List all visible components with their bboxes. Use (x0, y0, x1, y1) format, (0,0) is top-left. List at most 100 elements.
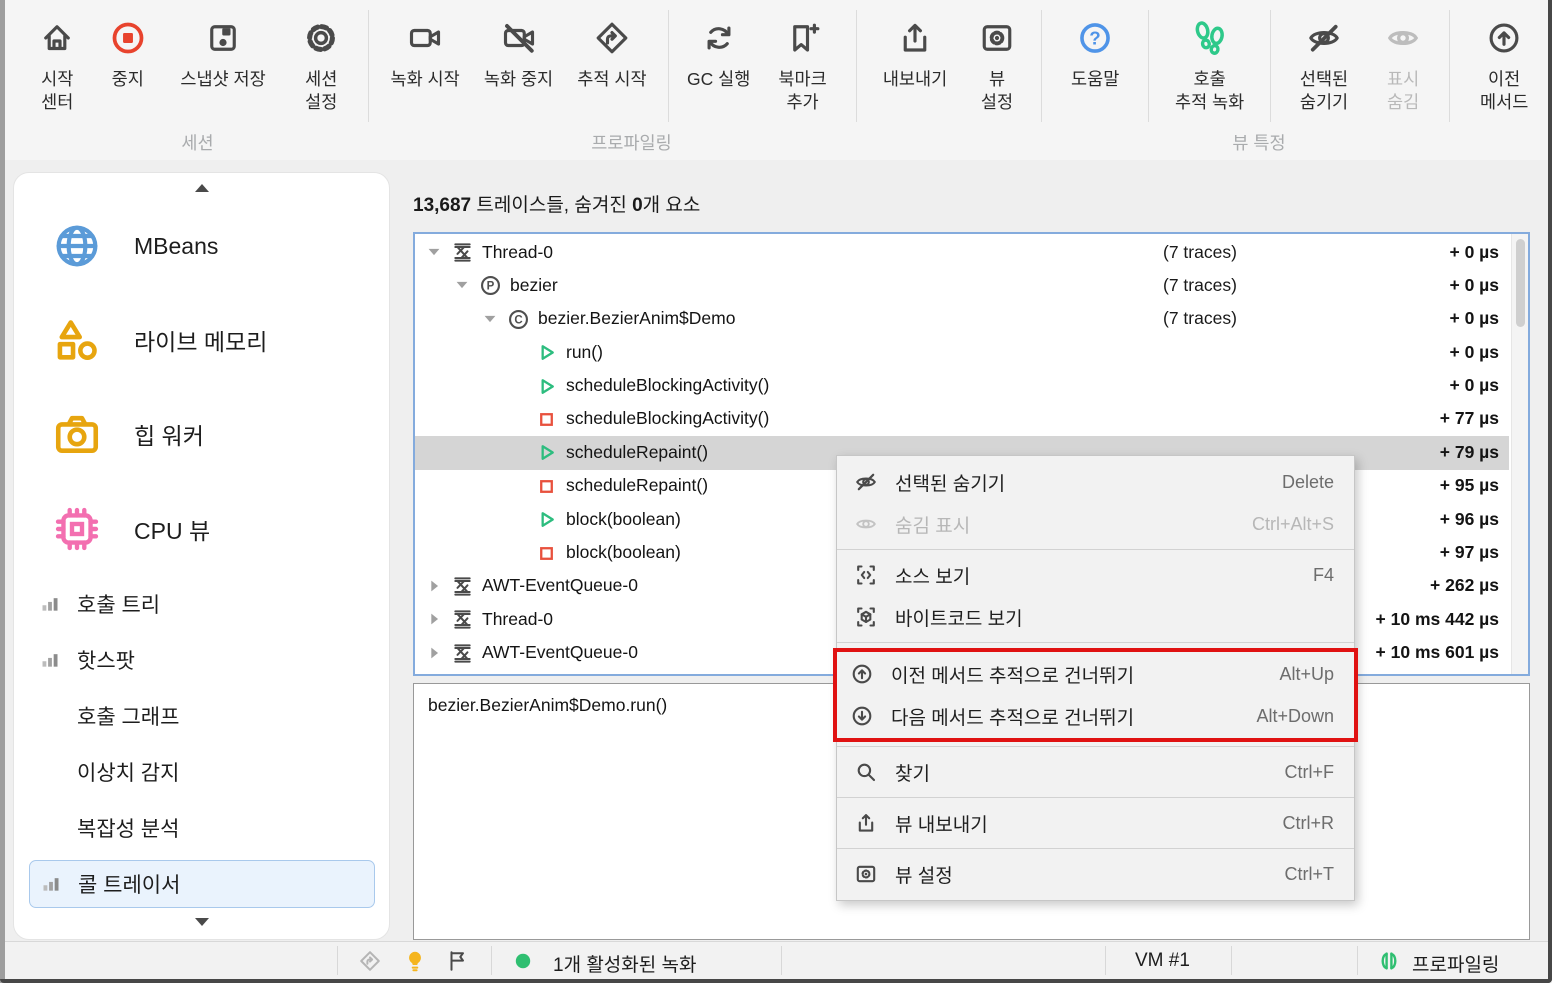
window-border-right (1548, 0, 1552, 983)
menu-item-show-bytecode[interactable]: 바이트코드 보기 (837, 596, 1354, 638)
run-gc-button[interactable]: GC 실행 (679, 6, 759, 91)
sidebar-item-hot-spots[interactable]: 핫스팟 (29, 636, 375, 684)
statusbar-separator (1105, 946, 1106, 975)
tree-scrollbar[interactable] (1511, 234, 1528, 674)
status-bar: 1개 활성화된 녹화 VM #1 프로파일링 (5, 941, 1548, 979)
session-settings-button[interactable]: 세션 설정 (284, 6, 358, 114)
start-tracking-button[interactable]: 추적 시작 (566, 6, 657, 91)
method-exit-icon (535, 475, 558, 498)
show-hidden-button[interactable]: 표시 숨김 (1367, 6, 1439, 114)
expander-collapsed-icon[interactable] (425, 577, 443, 595)
tree-row[interactable]: run() + 0 µs (415, 336, 1509, 369)
expander-expanded-icon[interactable] (481, 310, 499, 328)
toolbar-separator (1270, 10, 1272, 122)
selected-trace-path: bezier.BezierAnim$Demo.run() (428, 695, 668, 715)
sidebar-item-cpu-views[interactable]: CPU 뷰 (34, 487, 375, 571)
statusbar-separator (337, 946, 338, 975)
tree-row[interactable]: P bezier (7 traces) + 0 µs (415, 269, 1509, 302)
menu-item-export-view[interactable]: 뷰 내보내기 Ctrl+R (837, 802, 1354, 844)
sidebar-item-call-graph[interactable]: 호출 그래프 (29, 692, 375, 740)
previous-method-button[interactable]: 이전 메서드 (1460, 6, 1548, 114)
view-settings-button[interactable]: 뷰 설정 (963, 6, 1032, 114)
lightbulb-icon[interactable] (403, 949, 427, 973)
method-entry-icon (535, 375, 558, 398)
context-menu: 선택된 숨기기 Delete 숨김 표시 Ctrl+Alt+S 소스 보기 F4… (833, 455, 1358, 901)
eye-icon (854, 512, 879, 536)
menu-item-find[interactable]: 찾기 Ctrl+F (837, 751, 1354, 793)
tree-row[interactable]: scheduleBlockingActivity() + 0 µs (415, 370, 1509, 403)
eye-off-icon (1306, 10, 1342, 66)
menu-item-hide-selected[interactable]: 선택된 숨기기 Delete (837, 461, 1354, 503)
sidebar-scroll-down-button[interactable] (14, 915, 389, 929)
menu-item-skip-to-previous-method-trace[interactable]: 이전 메서드 추적으로 건너뛰기 Alt+Up (837, 653, 1354, 695)
save-snapshot-button[interactable]: 스냅샷 저장 (162, 6, 284, 91)
trace-count: 13,687 (413, 195, 472, 216)
thread-icon (451, 575, 474, 598)
highlight-rectangle: 이전 메서드 추적으로 건너뛰기 Alt+Up 다음 메서드 추적으로 건너뛰기… (833, 648, 1358, 742)
start-center-button[interactable]: 시작 센터 (21, 6, 93, 114)
cpu-chip-icon (52, 503, 104, 555)
bytecode-cube-icon (854, 605, 879, 629)
gc-recycle-icon (701, 10, 737, 66)
toolbar-separator (368, 10, 370, 122)
statusbar-separator (1231, 946, 1232, 975)
menu-item-show-hidden[interactable]: 숨김 표시 Ctrl+Alt+S (837, 503, 1354, 545)
window-border-bottom (0, 979, 1552, 983)
expander-collapsed-icon[interactable] (425, 610, 443, 628)
sidebar-item-complexity-analysis[interactable]: 복잡성 분석 (29, 804, 375, 852)
sidebar-item-outlier-detection[interactable]: 이상치 감지 (29, 748, 375, 796)
main-toolbar: 시작 센터 중지 스냅샷 저장 세션 설정 녹화 시작 녹화 중지 추적 시작 … (5, 0, 1548, 160)
tree-row[interactable]: C bezier.BezierAnim$Demo (7 traces) + 0 … (415, 303, 1509, 336)
group-label-profiling: 프로파일링 (591, 133, 672, 153)
expander-expanded-icon[interactable] (425, 243, 443, 261)
globe-icon (52, 220, 104, 272)
method-entry-icon (535, 341, 558, 364)
toolbar-separator (1041, 10, 1043, 122)
hidden-count: 0 (632, 195, 643, 216)
menu-item-show-source[interactable]: 소스 보기 F4 (837, 554, 1354, 596)
sidebar-item-call-tracer[interactable]: 콜 트레이서 (29, 860, 375, 908)
menu-item-skip-to-next-method-trace[interactable]: 다음 메서드 추적으로 건너뛰기 Alt+Down (837, 695, 1354, 737)
hide-selected-button[interactable]: 선택된 숨기기 (1281, 6, 1367, 114)
tracking-status-icon[interactable] (358, 949, 382, 973)
sidebar-item-heap-walker[interactable]: 힙 워커 (34, 392, 375, 476)
navigate-diamond-icon (594, 10, 630, 66)
save-icon (205, 10, 241, 66)
svg-text:P: P (487, 281, 495, 293)
search-icon (854, 760, 879, 784)
add-bookmark-button[interactable]: 북마크 추가 (759, 6, 847, 114)
circle-arrow-up-icon (1486, 10, 1522, 66)
start-recordings-button[interactable]: 녹화 시작 (379, 6, 470, 91)
stop-button[interactable]: 중지 (93, 6, 162, 91)
sidebar-item-mbeans[interactable]: MBeans (34, 204, 375, 288)
expander-collapsed-icon[interactable] (425, 644, 443, 662)
svg-text:?: ? (1089, 28, 1100, 49)
stop-recordings-button[interactable]: 녹화 중지 (471, 6, 566, 91)
video-camera-off-icon (501, 10, 537, 66)
statusbar-separator (781, 946, 782, 975)
expander-expanded-icon[interactable] (453, 276, 471, 294)
sidebar-item-call-tree[interactable]: 호출 트리 (29, 580, 375, 628)
vm-label: VM #1 (1135, 950, 1190, 971)
toolbar-group-labels: 세션 프로파일링 뷰 특정 (5, 130, 1548, 156)
eye-icon-disabled (1385, 10, 1421, 66)
thread-icon (451, 241, 474, 264)
export-button[interactable]: 내보내기 (867, 6, 962, 91)
svg-text:C: C (514, 314, 522, 326)
sidebar-item-live-memory[interactable]: 라이브 메모리 (34, 298, 375, 382)
tree-row[interactable]: scheduleBlockingActivity() + 77 µs (415, 403, 1509, 436)
toolbar-separator (667, 10, 669, 122)
sidebar-scroll-up-button[interactable] (14, 181, 389, 195)
flag-icon[interactable] (446, 949, 470, 973)
help-button[interactable]: ? 도움말 (1052, 6, 1138, 91)
mode-label: 프로파일링 (1412, 955, 1500, 976)
method-entry-icon (535, 441, 558, 464)
toolbar-separator (856, 10, 858, 122)
record-call-tracing-button[interactable]: 호출 추적 녹화 (1159, 6, 1260, 114)
tree-scrollbar-thumb[interactable] (1515, 239, 1525, 327)
home-icon (39, 10, 75, 66)
connection-plug-icon (1377, 949, 1401, 973)
export-icon (854, 811, 879, 835)
menu-item-view-settings[interactable]: 뷰 설정 Ctrl+T (837, 853, 1354, 895)
tree-row[interactable]: Thread-0 (7 traces) + 0 µs (415, 236, 1509, 269)
